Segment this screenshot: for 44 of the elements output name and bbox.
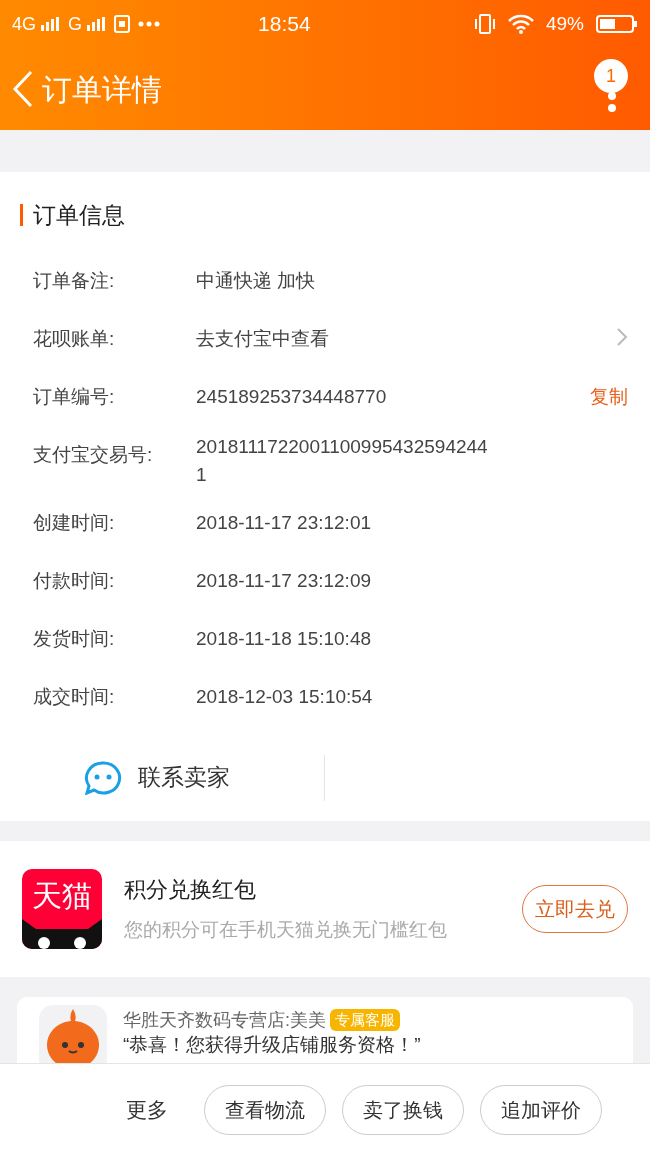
field-value: 2018-11-17 23:12:09 — [196, 568, 372, 593]
network-label: G — [68, 12, 83, 36]
promo-title: 积分兑换红包 — [124, 875, 257, 904]
field-label: 订单编号: — [33, 384, 116, 409]
battery-percent: 49% — [545, 11, 584, 36]
signal-icon — [86, 17, 107, 31]
field-value: 中通快递 加快 — [196, 268, 316, 293]
more-icon — [138, 21, 161, 27]
action-button[interactable]: 查看物流 — [204, 1084, 326, 1135]
field-label: 创建时间: — [33, 510, 116, 535]
field-label: 订单备注: — [33, 268, 116, 293]
sim-icon — [114, 15, 131, 33]
section-title: 订单信息 — [33, 201, 125, 230]
vibrate-icon — [473, 14, 496, 34]
chat-bubble-icon — [84, 760, 122, 795]
field-label: 支付宝交易号: — [33, 442, 154, 467]
action-button[interactable]: 追加评价 — [480, 1084, 602, 1135]
notification-badge: 1 — [594, 59, 628, 93]
field-value: 2018-12-03 15:10:54 — [196, 684, 373, 709]
signal-icon — [40, 17, 60, 31]
network-label: 4G — [12, 12, 36, 36]
clock: 18:54 — [258, 11, 311, 38]
field-label: 花呗账单: — [33, 326, 116, 351]
field-value: 2018-11-17 23:12:01 — [196, 510, 372, 535]
sender-name: 华胜天齐数码专营店:美美 — [123, 1008, 326, 1032]
more-button[interactable]: 更多 — [126, 1093, 168, 1126]
field-value: 去支付宝中查看 — [196, 326, 329, 351]
chevron-right-icon[interactable] — [616, 326, 628, 347]
field-value: 2018-11-18 15:10:48 — [196, 626, 372, 651]
field-value: 245189253734448770 — [196, 384, 387, 409]
field-value: 20181117220011009954325942441 — [196, 434, 489, 487]
wifi-icon — [507, 14, 534, 34]
service-tag: 专属客服 — [330, 1009, 400, 1031]
chat-message: “恭喜！您获得升级店铺服务资格！” — [123, 1033, 421, 1056]
field-label: 发货时间: — [33, 626, 116, 651]
field-label: 付款时间: — [33, 568, 116, 593]
promo-subtitle: 您的积分可在手机天猫兑换无门槛红包 — [124, 917, 447, 942]
contact-seller-button[interactable]: 联系卖家 — [84, 760, 230, 795]
tmall-logo: 天猫 — [22, 868, 102, 949]
battery-icon — [596, 14, 638, 34]
menu-icon[interactable] — [607, 91, 617, 113]
back-icon — [12, 70, 34, 108]
action-button[interactable]: 卖了换钱 — [342, 1084, 464, 1135]
field-label: 成交时间: — [33, 684, 116, 709]
